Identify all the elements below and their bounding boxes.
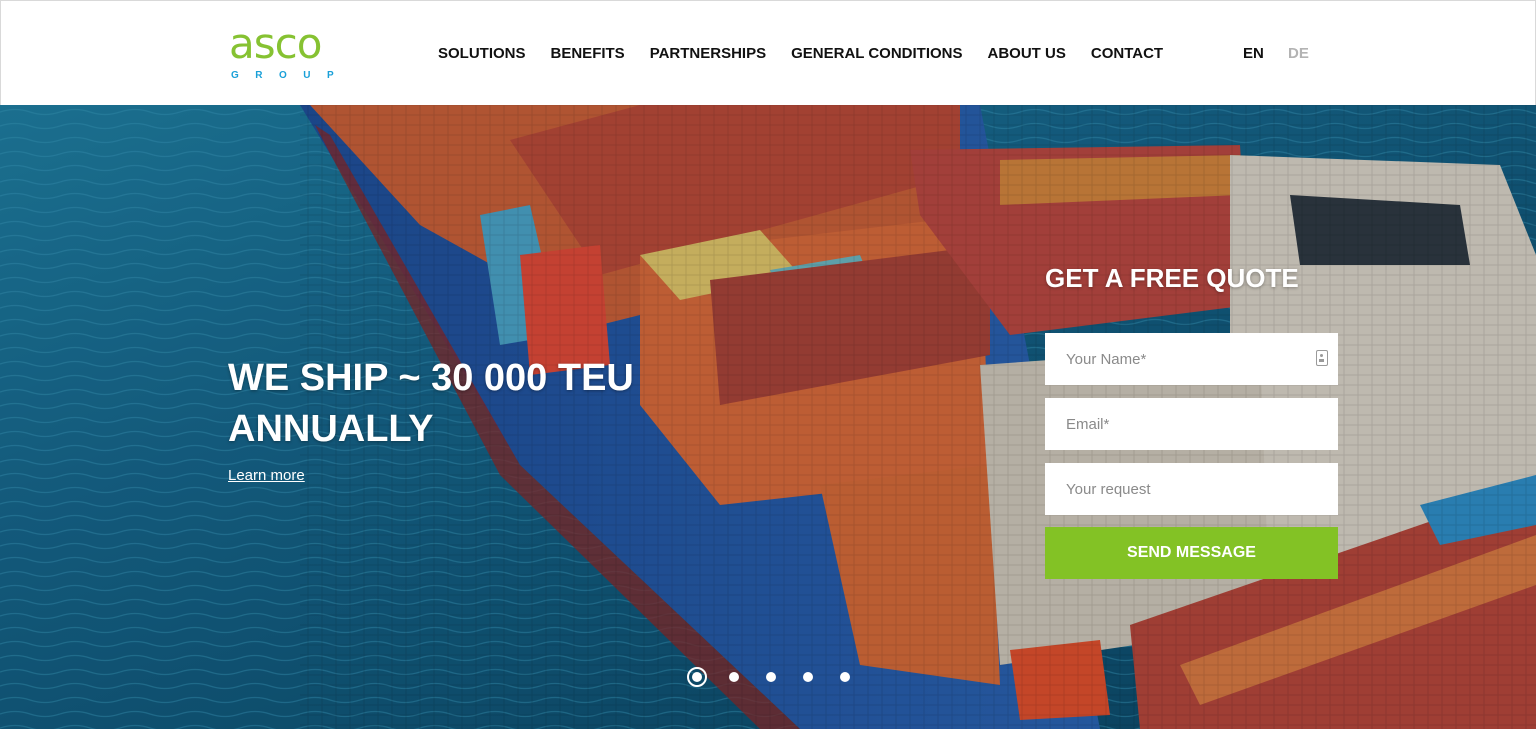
language-en[interactable]: EN: [1243, 45, 1264, 62]
site-header: asco GROUP SOLUTIONS BENEFITS PARTNERSHI…: [0, 0, 1536, 105]
learn-more-link[interactable]: Learn more: [228, 467, 305, 484]
nav-item-partnerships[interactable]: PARTNERSHIPS: [650, 45, 766, 62]
nav-item-benefits[interactable]: BENEFITS: [551, 45, 625, 62]
nav-item-about-us[interactable]: ABOUT US: [988, 45, 1066, 62]
quote-form-title: GET A FREE QUOTE: [1045, 263, 1299, 293]
slider-dot-2[interactable]: [729, 672, 739, 682]
slider-pagination: [687, 667, 877, 687]
contact-card-icon: [1316, 350, 1328, 366]
slider-dot-1[interactable]: [687, 667, 707, 687]
slider-dot-3[interactable]: [766, 672, 776, 682]
slider-dot-5[interactable]: [840, 672, 850, 682]
hero-headline: WE SHIP ~ 30 000 TEU ANNUALLY: [228, 357, 634, 450]
main-navigation: SOLUTIONS BENEFITS PARTNERSHIPS GENERAL …: [438, 45, 1188, 62]
send-message-button[interactable]: SEND MESSAGE: [1045, 527, 1338, 579]
email-input[interactable]: [1045, 398, 1338, 450]
slider-dot-4[interactable]: [803, 672, 813, 682]
name-input[interactable]: [1045, 333, 1338, 385]
logo-wordmark: asco: [229, 19, 322, 68]
language-de[interactable]: DE: [1288, 45, 1309, 62]
nav-item-general-conditions[interactable]: GENERAL CONDITIONS: [791, 45, 962, 62]
logo-subtitle: GROUP: [231, 70, 351, 81]
hero-slider: WE SHIP ~ 30 000 TEU ANNUALLY Learn more…: [0, 105, 1536, 729]
nav-item-contact[interactable]: CONTACT: [1091, 45, 1163, 62]
asco-group-logo[interactable]: asco GROUP: [229, 23, 349, 83]
request-input[interactable]: [1045, 463, 1338, 515]
nav-item-solutions[interactable]: SOLUTIONS: [438, 45, 526, 62]
